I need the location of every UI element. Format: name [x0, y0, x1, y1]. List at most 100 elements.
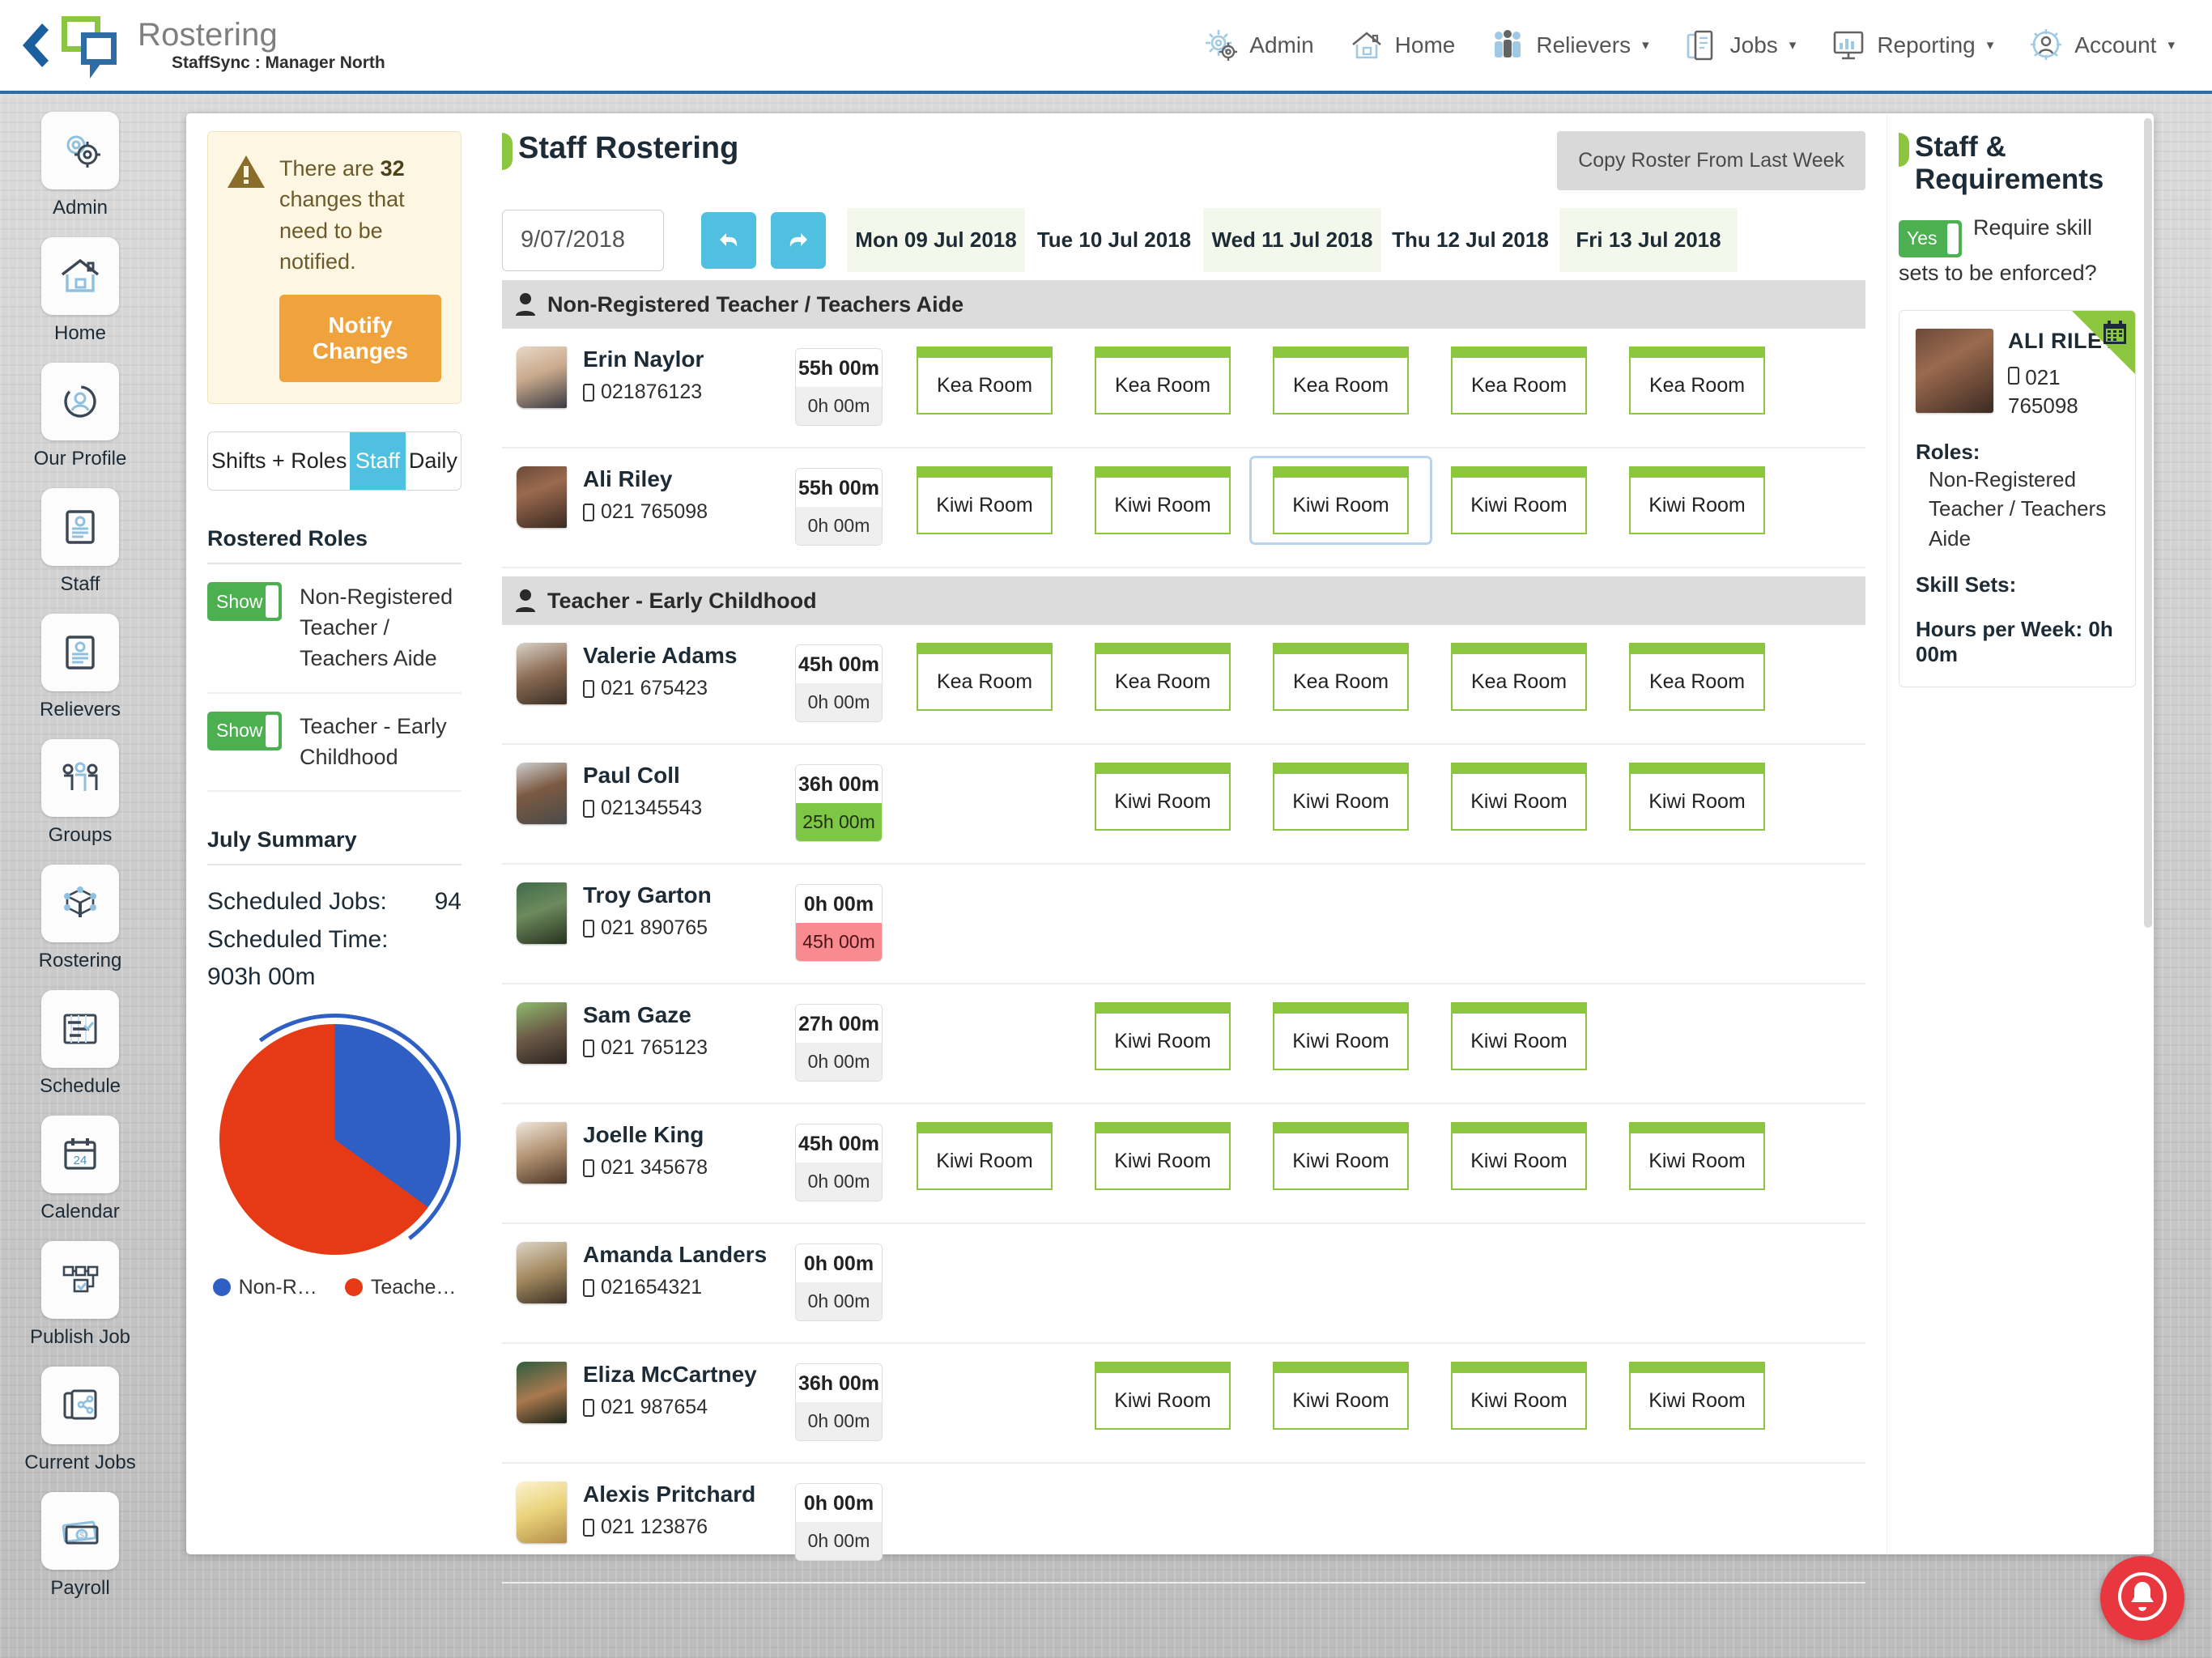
shift-chip[interactable]: Kea Room: [917, 346, 1053, 414]
shift-chip[interactable]: Kea Room: [1451, 643, 1587, 711]
roster-cell[interactable]: [1430, 1242, 1608, 1310]
role-show-toggle[interactable]: Show: [207, 582, 282, 622]
roster-cell[interactable]: Kiwi Room: [895, 1122, 1074, 1190]
sidebar-item-current-jobs[interactable]: Current Jobs: [0, 1349, 160, 1474]
roster-cell[interactable]: Kiwi Room: [1430, 1002, 1608, 1070]
roster-cell[interactable]: Kiwi Room: [1074, 1362, 1252, 1430]
roster-cell[interactable]: Kiwi Room: [1252, 763, 1430, 831]
roster-cell[interactable]: [1252, 882, 1430, 950]
sidebar-item-publish-job[interactable]: Publish Job: [0, 1223, 160, 1349]
roster-cell[interactable]: Kiwi Room: [1430, 1122, 1608, 1190]
shift-chip[interactable]: Kiwi Room: [1629, 466, 1765, 534]
roster-cell[interactable]: Kea Room: [895, 643, 1074, 711]
chevron-down-icon[interactable]: ▾: [2167, 37, 2175, 53]
topnav-item-home[interactable]: Home: [1348, 27, 1455, 64]
empty-roster-slot[interactable]: [1451, 1482, 1587, 1550]
shift-chip[interactable]: Kiwi Room: [1095, 1002, 1231, 1070]
topnav-item-jobs[interactable]: Jobs ▾: [1683, 27, 1797, 64]
roster-cell[interactable]: Kiwi Room: [1608, 1122, 1786, 1190]
roster-cell[interactable]: [1074, 1482, 1252, 1550]
table-row[interactable]: Troy Garton 021 890765 0h 00m 45h 00m: [502, 865, 1865, 984]
chevron-down-icon[interactable]: ▾: [1789, 37, 1797, 53]
topnav-item-admin[interactable]: Admin: [1202, 27, 1314, 64]
empty-roster-slot[interactable]: [1629, 882, 1765, 950]
roster-cell[interactable]: Kea Room: [1608, 346, 1786, 414]
roster-cell[interactable]: [1608, 1242, 1786, 1310]
table-row[interactable]: Erin Naylor 021876123 55h 00m 0h 00m Kea Roo…: [502, 329, 1865, 449]
sidebar-item-relievers[interactable]: Relievers: [0, 596, 160, 721]
roster-cell[interactable]: Kea Room: [1430, 643, 1608, 711]
sidebar-item-payroll[interactable]: $ Payroll: [0, 1474, 160, 1600]
shift-chip[interactable]: Kea Room: [1095, 643, 1231, 711]
empty-roster-slot[interactable]: [1629, 1002, 1765, 1070]
sidebar-item-home[interactable]: Home: [0, 219, 160, 345]
roster-cell[interactable]: [1430, 1482, 1608, 1550]
roster-cell[interactable]: Kea Room: [895, 346, 1074, 414]
empty-roster-slot[interactable]: [917, 1002, 1053, 1070]
table-row[interactable]: Valerie Adams 021 675423 45h 00m 0h 00m Kea …: [502, 625, 1865, 745]
chevron-down-icon[interactable]: ▾: [1987, 37, 1994, 53]
table-row[interactable]: Paul Coll 021345543 36h 00m 25h 00m Kiwi Roo…: [502, 745, 1865, 865]
shift-chip[interactable]: Kiwi Room: [1273, 1002, 1409, 1070]
empty-roster-slot[interactable]: [1095, 882, 1231, 950]
date-input[interactable]: [502, 209, 664, 271]
roster-cell[interactable]: Kiwi Room: [1252, 458, 1430, 542]
copy-roster-button[interactable]: Copy Roster From Last Week: [1557, 131, 1865, 190]
shift-chip[interactable]: Kiwi Room: [1273, 1362, 1409, 1430]
sidebar-item-rostering[interactable]: Rostering: [0, 847, 160, 972]
empty-roster-slot[interactable]: [1095, 1482, 1231, 1550]
roster-cell[interactable]: [895, 1482, 1074, 1550]
roster-cell[interactable]: [895, 1242, 1074, 1310]
table-row[interactable]: Amanda Landers 021654321 0h 00m 0h 00m: [502, 1224, 1865, 1344]
shift-chip[interactable]: Kiwi Room: [1273, 763, 1409, 831]
shift-chip[interactable]: Kiwi Room: [1451, 1002, 1587, 1070]
shift-chip[interactable]: Kiwi Room: [1629, 763, 1765, 831]
tab-daily[interactable]: Daily: [406, 432, 461, 490]
shift-chip[interactable]: Kea Room: [1629, 346, 1765, 414]
shift-chip[interactable]: Kea Room: [1273, 643, 1409, 711]
empty-roster-slot[interactable]: [1629, 1482, 1765, 1550]
roster-cell[interactable]: Kea Room: [1430, 346, 1608, 414]
roster-cell[interactable]: Kiwi Room: [895, 466, 1074, 542]
empty-roster-slot[interactable]: [1273, 1482, 1409, 1550]
empty-roster-slot[interactable]: [1273, 1242, 1409, 1310]
roster-cell[interactable]: Kiwi Room: [1430, 763, 1608, 831]
role-show-toggle[interactable]: Show: [207, 711, 282, 750]
shift-chip[interactable]: Kiwi Room: [1629, 1122, 1765, 1190]
table-row[interactable]: Sam Gaze 021 765123 27h 00m 0h 00m Kiwi Room…: [502, 984, 1865, 1104]
chevron-down-icon[interactable]: ▾: [1642, 37, 1649, 53]
back-chevron-icon[interactable]: [8, 20, 58, 70]
shift-chip[interactable]: Kiwi Room: [917, 466, 1053, 534]
shift-chip[interactable]: Kea Room: [1273, 346, 1409, 414]
sidebar-item-staff[interactable]: Staff: [0, 470, 160, 596]
empty-roster-slot[interactable]: [917, 1482, 1053, 1550]
topnav-item-account[interactable]: Account ▾: [2027, 27, 2175, 64]
shift-chip[interactable]: Kiwi Room: [1629, 1362, 1765, 1430]
shift-chip[interactable]: Kea Room: [1451, 346, 1587, 414]
roster-cell[interactable]: Kea Room: [1252, 643, 1430, 711]
shift-chip[interactable]: Kiwi Room: [1095, 1362, 1231, 1430]
roster-cell[interactable]: Kiwi Room: [1430, 466, 1608, 542]
roster-cell[interactable]: Kiwi Room: [1074, 1122, 1252, 1190]
empty-roster-slot[interactable]: [917, 882, 1053, 950]
roster-cell[interactable]: Kiwi Room: [1074, 763, 1252, 831]
shift-chip[interactable]: Kiwi Room: [1451, 466, 1587, 534]
roster-cell[interactable]: Kiwi Room: [1252, 1122, 1430, 1190]
sidebar-item-schedule[interactable]: Schedule: [0, 972, 160, 1098]
calendar-icon[interactable]: [2101, 319, 2129, 351]
roster-cell[interactable]: Kiwi Room: [1074, 466, 1252, 542]
roster-cell[interactable]: [1608, 1482, 1786, 1550]
shift-chip[interactable]: Kea Room: [1095, 346, 1231, 414]
vertical-scrollbar[interactable]: [2144, 118, 2152, 928]
roster-cell[interactable]: Kiwi Room: [1608, 466, 1786, 542]
table-row[interactable]: Joelle King 021 345678 45h 00m 0h 00m Kiwi R…: [502, 1104, 1865, 1224]
enforce-skillsets-toggle[interactable]: Yes: [1899, 219, 1962, 257]
shift-chip[interactable]: Kiwi Room: [1095, 763, 1231, 831]
topnav-item-relievers[interactable]: Relievers ▾: [1489, 27, 1649, 64]
empty-roster-slot[interactable]: [917, 1362, 1053, 1430]
empty-roster-slot[interactable]: [1629, 1242, 1765, 1310]
roster-cell[interactable]: [1608, 1002, 1786, 1070]
shift-chip[interactable]: Kiwi Room: [1451, 1122, 1587, 1190]
sidebar-item-admin[interactable]: Admin: [0, 94, 160, 219]
roster-cell[interactable]: Kiwi Room: [1608, 1362, 1786, 1430]
